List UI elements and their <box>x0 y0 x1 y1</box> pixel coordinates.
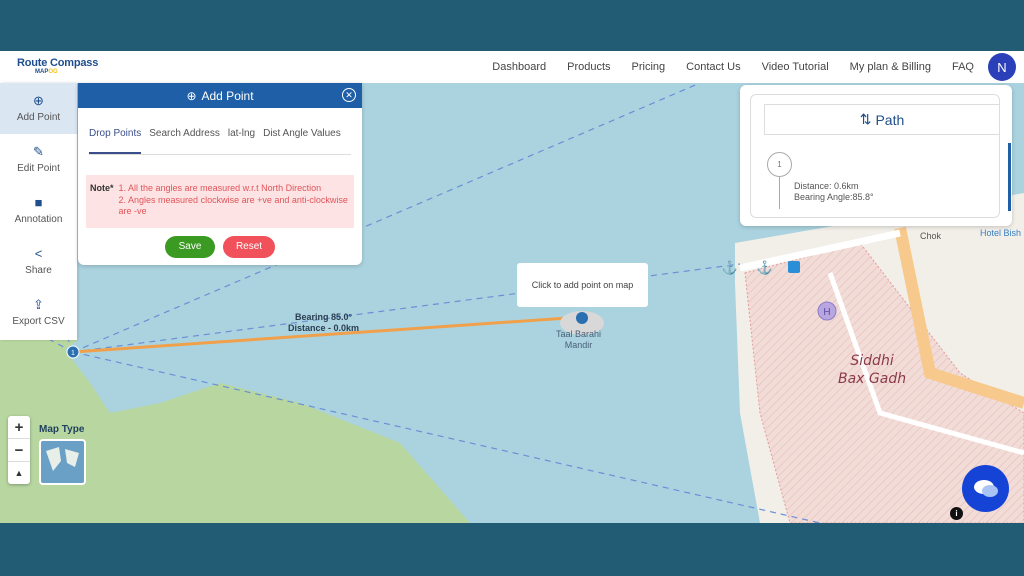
sidebar-item-share[interactable]: < Share <box>0 236 77 287</box>
add-circle-icon: ⊕ <box>186 88 197 103</box>
svg-text:⚓: ⚓ <box>722 260 738 275</box>
tab-dist-angle[interactable]: Dist Angle Values <box>263 128 341 154</box>
path-panel: ⇅ Path 1 Distance: 0.6km Bearing Angle:85.… <box>740 85 1012 226</box>
map-type-thumbnail[interactable] <box>39 439 86 485</box>
zoom-in-button[interactable]: + <box>8 416 30 439</box>
reset-button[interactable]: Reset <box>223 235 275 258</box>
sidebar-item-add-point[interactable]: ⊕ Add Point <box>0 83 77 134</box>
info-icon[interactable]: i <box>950 507 963 520</box>
sidebar-item-edit-point[interactable]: ✎ Edit Point <box>0 134 77 185</box>
step-info: Distance: 0.6km Bearing Angle:85.8° <box>794 181 874 202</box>
nav-products[interactable]: Products <box>567 61 610 73</box>
panel-title: Add Point <box>201 88 254 103</box>
marker-label[interactable]: 1 <box>71 350 75 357</box>
close-icon[interactable]: ✕ <box>342 88 356 102</box>
place-label-temple: Taal Barahi Mandir <box>556 329 602 350</box>
save-button[interactable]: Save <box>165 235 215 258</box>
map-type-label: Map Type <box>39 424 85 435</box>
step-number: 1 <box>767 152 792 177</box>
nav-pricing[interactable]: Pricing <box>632 61 666 73</box>
export-icon: ⇪ <box>33 297 44 312</box>
tab-drop-points[interactable]: Drop Points <box>89 128 142 154</box>
add-point-panel: ⊕ Add Point ✕ Drop Points Search Address l… <box>78 83 362 265</box>
svg-text:⚓: ⚓ <box>757 260 773 275</box>
share-icon: < <box>34 246 43 261</box>
chat-button[interactable] <box>962 465 1009 512</box>
path-header[interactable]: ⇅ Path <box>764 104 1000 135</box>
chat-icon <box>973 479 998 497</box>
map-tooltip: Click to add point on map <box>517 263 648 307</box>
add-circle-icon: ⊕ <box>33 93 44 108</box>
sidebar-item-export-csv[interactable]: ⇪ Export CSV <box>0 287 77 338</box>
zoom-out-button[interactable]: − <box>8 439 30 462</box>
segment-label: Bearing 85.0° Distance - 0.0km <box>288 312 360 333</box>
zoom-controls: + − ▲ <box>8 416 30 484</box>
swap-icon: ⇅ <box>859 111 872 127</box>
nav-dashboard[interactable]: Dashboard <box>492 61 546 73</box>
nav-contact[interactable]: Contact Us <box>686 61 740 73</box>
pencil-icon: ✎ <box>33 144 44 159</box>
nav-video-tutorial[interactable]: Video Tutorial <box>762 61 829 73</box>
nav-billing[interactable]: My plan & Billing <box>850 61 931 73</box>
sidebar-item-annotation[interactable]: ■ Annotation <box>0 185 77 236</box>
tab-lat-lng[interactable]: lat-lng <box>228 128 255 154</box>
sidebar: ⊕ Add Point ✎ Edit Point ■ Annotation < Shar… <box>0 83 77 340</box>
avatar[interactable]: N <box>988 53 1016 81</box>
svg-text:H: H <box>823 307 830 318</box>
place-label-chok: Chok <box>920 231 942 241</box>
nav-faq[interactable]: FAQ <box>952 61 974 73</box>
logo[interactable]: Route Compass MAPOG <box>17 58 98 76</box>
tab-search-address[interactable]: Search Address <box>149 128 220 154</box>
scrollbar[interactable] <box>1008 143 1011 211</box>
note-box: Note* 1. All the angles are measured w.r… <box>86 175 354 228</box>
place-label-hotel: Hotel Bish <box>980 228 1022 238</box>
reset-north-button[interactable]: ▲ <box>8 462 30 484</box>
place-label-fort: Siddhi Bax Gadh <box>838 353 907 387</box>
top-nav: Route Compass MAPOG Dashboard Products P… <box>0 51 1024 83</box>
comment-icon: ■ <box>34 195 43 210</box>
